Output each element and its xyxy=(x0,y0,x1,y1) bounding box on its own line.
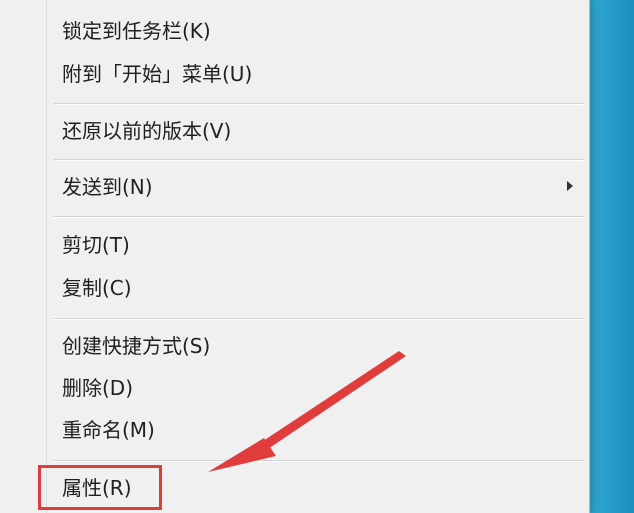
properties-highlight-box xyxy=(38,465,162,510)
menu-item-send-to[interactable]: 发送到(N) xyxy=(47,168,587,206)
menu-item-rename[interactable]: 重命名(M) xyxy=(47,411,587,449)
menu-item-delete[interactable]: 删除(D) xyxy=(47,369,587,407)
chevron-right-icon xyxy=(567,181,573,191)
context-menu: 锁定到任务栏(K) 附到「开始」菜单(U) 还原以前的版本(V) 发送到(N) … xyxy=(0,0,590,513)
menu-item-label: 锁定到任务栏(K) xyxy=(62,19,211,43)
menu-item-label: 附到「开始」菜单(U) xyxy=(62,62,253,86)
menu-item-copy[interactable]: 复制(C) xyxy=(47,269,587,307)
menu-separator xyxy=(54,159,584,161)
menu-item-label: 创建快捷方式(S) xyxy=(62,334,211,358)
menu-separator xyxy=(54,318,584,320)
menu-item-label: 删除(D) xyxy=(62,376,134,400)
menu-item-pin-to-start[interactable]: 附到「开始」菜单(U) xyxy=(47,55,587,93)
menu-item-label: 发送到(N) xyxy=(62,175,153,199)
menu-item-pin-to-taskbar[interactable]: 锁定到任务栏(K) xyxy=(47,12,587,50)
menu-item-label: 剪切(T) xyxy=(62,233,130,257)
menu-item-create-shortcut[interactable]: 创建快捷方式(S) xyxy=(47,327,587,365)
menu-item-restore-previous-versions[interactable]: 还原以前的版本(V) xyxy=(47,112,587,150)
menu-icon-gutter xyxy=(0,0,47,513)
menu-item-label: 复制(C) xyxy=(62,276,132,300)
menu-item-label: 还原以前的版本(V) xyxy=(62,119,232,143)
menu-item-label: 重命名(M) xyxy=(62,418,155,442)
menu-item-cut[interactable]: 剪切(T) xyxy=(47,226,587,264)
menu-separator xyxy=(54,103,584,105)
menu-separator xyxy=(54,216,584,218)
menu-separator xyxy=(54,460,584,462)
